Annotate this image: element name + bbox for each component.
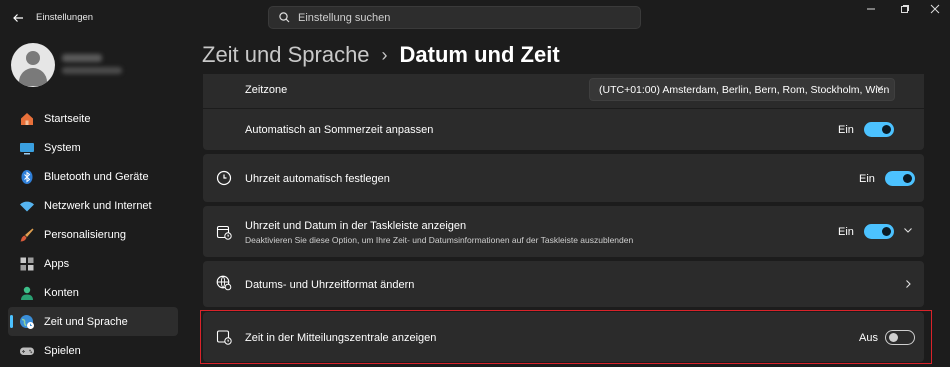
- sidebar-item-label: Bluetooth und Geräte: [44, 170, 149, 183]
- app-title: Einstellungen: [36, 12, 94, 23]
- search-icon: [279, 12, 290, 23]
- timezone-label: Zeitzone: [245, 84, 288, 96]
- toggle-knob: [882, 227, 891, 236]
- divider: [203, 108, 924, 109]
- sidebar-item-label: Apps: [44, 257, 70, 270]
- person-icon: [19, 285, 35, 301]
- brush-icon: [19, 227, 35, 243]
- taskbar-label: Uhrzeit und Datum in der Taskleiste anze…: [245, 220, 467, 232]
- sidebar-item-system[interactable]: System: [8, 133, 178, 162]
- monitor-icon: [19, 140, 35, 156]
- dst-label: Automatisch an Sommerzeit anpassen: [245, 124, 434, 136]
- breadcrumb-parent[interactable]: Zeit und Sprache: [202, 42, 370, 68]
- taskbar-state: Ein: [838, 226, 854, 238]
- sidebar-item-spielen[interactable]: Spielen: [8, 336, 178, 365]
- calendar-clock-icon: [216, 224, 232, 240]
- breadcrumb: Zeit und Sprache › Datum und Zeit: [202, 42, 560, 68]
- sidebar-item-label: Konten: [44, 286, 79, 299]
- sidebar-item-label: System: [44, 141, 81, 154]
- sidebar-nav: Startseite System Bluetooth und Geräte N…: [8, 104, 178, 365]
- breadcrumb-separator: ›: [381, 44, 388, 65]
- auto-time-card: Uhrzeit automatisch festlegen Ein: [203, 154, 924, 202]
- avatar-head: [26, 51, 40, 65]
- auto-time-label: Uhrzeit automatisch festlegen: [245, 173, 390, 185]
- timezone-value: (UTC+01:00) Amsterdam, Berlin, Bern, Rom…: [599, 83, 890, 96]
- sidebar-item-netzwerk[interactable]: Netzwerk und Internet: [8, 191, 178, 220]
- profile-email-blurred: [62, 67, 122, 74]
- maximize-icon[interactable]: [895, 4, 915, 18]
- avatar[interactable]: [11, 43, 55, 87]
- auto-time-state: Ein: [859, 173, 875, 185]
- taskbar-toggle[interactable]: [864, 224, 894, 239]
- sidebar-item-label: Personalisierung: [44, 228, 126, 241]
- page-title: Datum und Zeit: [399, 42, 560, 67]
- apps-icon: [19, 256, 35, 272]
- title-bar: Einstellungen: [0, 0, 950, 36]
- back-arrow-icon[interactable]: [8, 8, 28, 28]
- auto-time-toggle[interactable]: [885, 171, 915, 186]
- toggle-knob: [882, 125, 891, 134]
- sidebar-item-konten[interactable]: Konten: [8, 278, 178, 307]
- sidebar-item-bluetooth[interactable]: Bluetooth und Geräte: [8, 162, 178, 191]
- chevron-right-icon: [903, 278, 913, 292]
- gamepad-icon: [19, 343, 35, 359]
- dst-toggle[interactable]: [864, 122, 894, 137]
- sidebar-item-label: Spielen: [44, 344, 81, 357]
- timezone-dropdown[interactable]: (UTC+01:00) Amsterdam, Berlin, Bern, Rom…: [589, 78, 895, 101]
- wifi-icon: [19, 198, 35, 214]
- taskbar-description: Deaktivieren Sie diese Option, um Ihre Z…: [245, 235, 634, 245]
- globe-settings-icon: [216, 275, 232, 291]
- dst-state: Ein: [838, 124, 854, 136]
- clock-icon: [216, 170, 232, 186]
- globe-clock-icon: [19, 314, 35, 330]
- sidebar-item-label: Startseite: [44, 112, 91, 125]
- timezone-card: Zeitzone (UTC+01:00) Amsterdam, Berlin, …: [203, 74, 924, 150]
- close-icon[interactable]: [925, 4, 945, 18]
- toggle-knob: [903, 174, 912, 183]
- taskbar-card[interactable]: Uhrzeit und Datum in der Taskleiste anze…: [203, 206, 924, 257]
- highlight-box: [200, 310, 932, 364]
- profile-name-blurred: [62, 54, 102, 62]
- sidebar-item-apps[interactable]: Apps: [8, 249, 178, 278]
- bluetooth-icon: [19, 169, 35, 185]
- sidebar-item-startseite[interactable]: Startseite: [8, 104, 178, 133]
- sidebar-item-zeit-und-sprache[interactable]: Zeit und Sprache: [8, 307, 178, 336]
- sidebar-item-label: Zeit und Sprache: [44, 315, 128, 328]
- search-input[interactable]: [298, 11, 618, 24]
- chevron-down-icon: [875, 83, 884, 95]
- format-label: Datums- und Uhrzeitformat ändern: [245, 279, 415, 291]
- sidebar-item-personalisierung[interactable]: Personalisierung: [8, 220, 178, 249]
- minimize-icon[interactable]: [861, 4, 881, 18]
- sidebar-item-label: Netzwerk und Internet: [44, 199, 152, 212]
- format-card[interactable]: Datums- und Uhrzeitformat ändern: [203, 261, 924, 307]
- chevron-down-icon[interactable]: [903, 224, 913, 238]
- search-box[interactable]: [268, 6, 641, 29]
- home-icon: [19, 111, 35, 127]
- avatar-body: [19, 68, 47, 86]
